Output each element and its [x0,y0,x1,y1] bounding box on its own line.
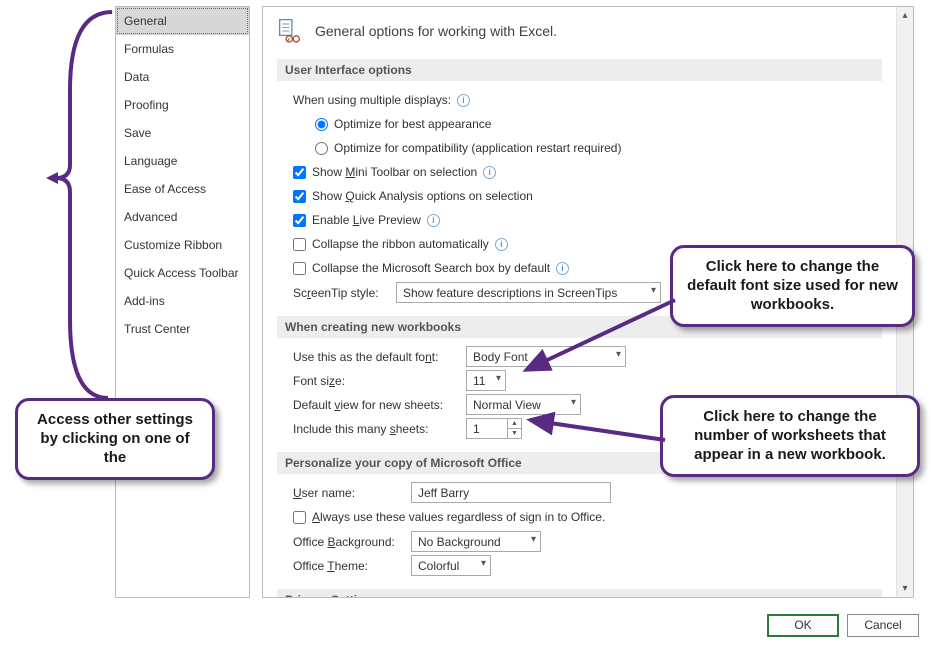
section-privacy: Privacy Settings [277,589,882,598]
username-input[interactable]: Jeff Barry [411,482,611,503]
live-preview-checkbox[interactable] [293,214,306,227]
username-label: User name: [293,486,403,500]
info-icon[interactable]: i [483,166,496,179]
sidebar-item-language[interactable]: Language [116,147,249,175]
screentip-style-dropdown[interactable]: Show feature descriptions in ScreenTips [396,282,661,303]
office-background-dropdown[interactable]: No Background [411,531,541,552]
general-options-icon [277,17,305,45]
optimize-compat-radio[interactable] [315,142,328,155]
collapse-ribbon-checkbox[interactable] [293,238,306,251]
dialog-button-bar: OK Cancel [0,604,931,646]
default-font-dropdown[interactable]: Body Font [466,346,626,367]
sidebar-item-data[interactable]: Data [116,63,249,91]
info-icon[interactable]: i [427,214,440,227]
office-background-label: Office Background: [293,535,403,549]
sidebar-item-ease-of-access[interactable]: Ease of Access [116,175,249,203]
info-icon[interactable]: i [556,262,569,275]
page-title: General options for working with Excel. [315,23,557,39]
info-icon[interactable]: i [495,238,508,251]
mini-toolbar-checkbox[interactable] [293,166,306,179]
sidebar-item-save[interactable]: Save [116,119,249,147]
sidebar-item-trust-center[interactable]: Trust Center [116,315,249,343]
sidebar-item-general[interactable]: General [116,7,249,35]
cancel-button[interactable]: Cancel [847,614,919,637]
quick-analysis-label: Show Quick Analysis options on selection [312,189,533,203]
mini-toolbar-label: Show Mini Toolbar on selection [312,165,477,179]
scrollbar-down-button[interactable]: ▾ [897,580,913,597]
quick-analysis-checkbox[interactable] [293,190,306,203]
default-font-label: Use this as the default font: [293,350,458,364]
always-use-values-checkbox[interactable] [293,511,306,524]
callout-sheets-count: Click here to change the number of works… [660,395,920,477]
collapse-search-label: Collapse the Microsoft Search box by def… [312,261,550,275]
callout-access-other-settings: Access other settings by clicking on one… [15,398,215,480]
info-icon[interactable]: i [457,94,470,107]
optimize-best-radio[interactable] [315,118,328,131]
page-header: General options for working with Excel. [277,17,882,45]
sheets-count-spinner[interactable]: 1 ▲▼ [466,418,522,439]
sidebar-item-customize-ribbon[interactable]: Customize Ribbon [116,231,249,259]
displays-label: When using multiple displays: [293,93,451,107]
collapse-ribbon-label: Collapse the ribbon automatically [312,237,489,251]
spinner-down-icon[interactable]: ▼ [508,429,521,438]
sidebar-item-proofing[interactable]: Proofing [116,91,249,119]
callout-font-size: Click here to change the default font si… [670,245,915,327]
office-theme-dropdown[interactable]: Colorful [411,555,491,576]
sidebar-item-advanced[interactable]: Advanced [116,203,249,231]
spinner-up-icon[interactable]: ▲ [508,419,521,429]
font-size-dropdown[interactable]: 11 [466,370,506,391]
sidebar-item-quick-access-toolbar[interactable]: Quick Access Toolbar [116,259,249,287]
screentip-label: ScreenTip style: [293,286,388,300]
live-preview-label: Enable Live Preview [312,213,421,227]
default-view-dropdown[interactable]: Normal View [466,394,581,415]
optimize-compat-label: Optimize for compatibility (application … [334,141,621,155]
sheets-count-label: Include this many sheets: [293,422,458,436]
sheets-count-value: 1 [473,422,480,436]
always-use-values-label: Always use these values regardless of si… [312,510,605,524]
collapse-search-checkbox[interactable] [293,262,306,275]
ok-button[interactable]: OK [767,614,839,637]
sidebar-item-formulas[interactable]: Formulas [116,35,249,63]
sidebar-item-add-ins[interactable]: Add-ins [116,287,249,315]
font-size-label: Font size: [293,374,458,388]
section-ui-options: User Interface options [277,59,882,81]
options-category-sidebar: General Formulas Data Proofing Save Lang… [115,6,250,598]
optimize-best-label: Optimize for best appearance [334,117,491,131]
default-view-label: Default view for new sheets: [293,398,458,412]
scrollbar-up-button[interactable]: ▴ [897,7,913,24]
office-theme-label: Office Theme: [293,559,403,573]
